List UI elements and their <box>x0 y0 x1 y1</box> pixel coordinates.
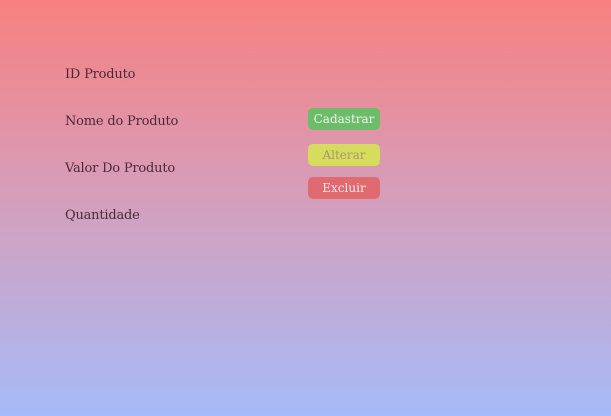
cadastrar-button[interactable]: Cadastrar <box>308 108 380 130</box>
excluir-button[interactable]: Excluir <box>308 177 380 199</box>
id-produto-label: ID Produto <box>65 67 136 82</box>
alterar-button[interactable]: Alterar <box>308 144 380 166</box>
quantidade-label: Quantidade <box>65 208 140 223</box>
nome-produto-label: Nome do Produto <box>65 114 179 129</box>
valor-produto-label: Valor Do Produto <box>65 161 175 176</box>
